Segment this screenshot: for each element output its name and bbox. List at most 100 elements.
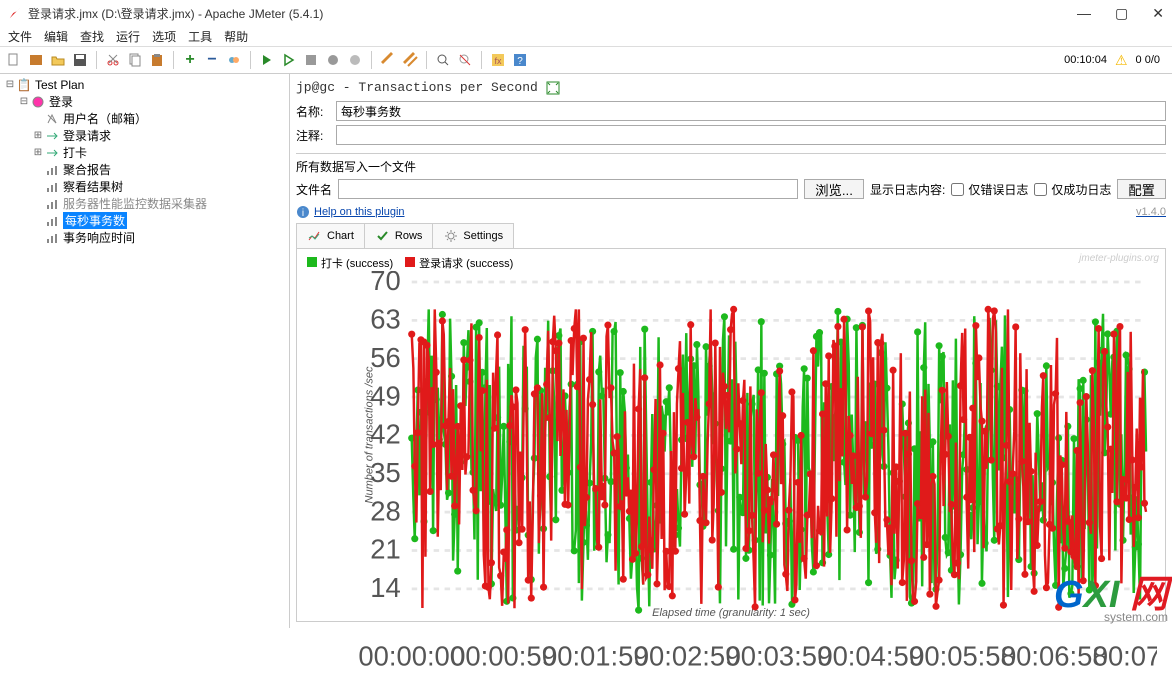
- remote-stop-icon[interactable]: [345, 50, 365, 70]
- name-input[interactable]: [336, 101, 1166, 121]
- stop-icon[interactable]: [301, 50, 321, 70]
- svg-text:00:00:00: 00:00:00: [358, 641, 465, 672]
- menu-edit[interactable]: 编辑: [40, 28, 72, 45]
- function-icon[interactable]: fx: [488, 50, 508, 70]
- legend-entry-2: 登录请求 (success): [405, 255, 513, 271]
- listener-icon: [44, 214, 60, 228]
- cut-icon[interactable]: [103, 50, 123, 70]
- run-icon[interactable]: [257, 50, 277, 70]
- editor-panel: jp@gc - Transactions per Second 名称: 注释: …: [290, 74, 1172, 628]
- svg-text:35: 35: [370, 457, 400, 488]
- save-icon[interactable]: [70, 50, 90, 70]
- tree-item-selected[interactable]: 每秒事务数: [63, 212, 127, 229]
- browse-button[interactable]: 浏览...: [804, 179, 864, 199]
- chart-watermark: jmeter-plugins.org: [1079, 253, 1159, 264]
- open-icon[interactable]: [48, 50, 68, 70]
- menu-help[interactable]: 帮助: [220, 28, 252, 45]
- menu-file[interactable]: 文件: [4, 28, 36, 45]
- http-request-icon: [44, 146, 60, 160]
- tree-thread-group[interactable]: 登录: [49, 93, 73, 110]
- file-section-header: 所有数据写入一个文件: [296, 158, 1166, 175]
- svg-text:00:01:59: 00:01:59: [542, 641, 649, 672]
- tree-toggle[interactable]: ⊞: [32, 147, 44, 158]
- user-var-icon: [44, 112, 60, 126]
- tab-settings[interactable]: Settings: [432, 223, 514, 248]
- name-label: 名称:: [296, 103, 330, 120]
- clear-icon[interactable]: [378, 50, 398, 70]
- listener-icon: [44, 231, 60, 245]
- file-input[interactable]: [338, 179, 798, 199]
- tree-item[interactable]: 服务器性能监控数据采集器: [63, 195, 207, 212]
- panel-title: jp@gc - Transactions per Second: [296, 80, 538, 95]
- app-icon: [8, 6, 22, 20]
- chart-svg: 14212835424956637000:00:0000:00:5900:01:…: [335, 271, 1157, 682]
- elapsed-time: 00:10:04: [1064, 54, 1107, 66]
- thread-group-icon: [30, 95, 46, 109]
- window-close[interactable]: ✕: [1152, 5, 1164, 22]
- run-notimer-icon[interactable]: [279, 50, 299, 70]
- tree-item[interactable]: 用户名（邮箱）: [63, 110, 147, 127]
- comment-input[interactable]: [336, 125, 1166, 145]
- menu-tools[interactable]: 工具: [184, 28, 216, 45]
- minus-icon[interactable]: −: [202, 50, 222, 70]
- tab-chart[interactable]: Chart: [296, 223, 365, 248]
- only-error-checkbox[interactable]: 仅错误日志: [951, 181, 1028, 198]
- tree-item[interactable]: 察看结果树: [63, 178, 123, 195]
- help-icon[interactable]: ?: [510, 50, 530, 70]
- tree-item[interactable]: 聚合报告: [63, 161, 111, 178]
- window-maximize[interactable]: ▢: [1115, 5, 1128, 22]
- svg-text:00:03:59: 00:03:59: [726, 641, 833, 672]
- svg-text:28: 28: [370, 495, 400, 526]
- testplan-icon: 📋: [16, 78, 32, 92]
- tree-toggle[interactable]: ⊞: [32, 130, 44, 141]
- shutdown-icon[interactable]: [323, 50, 343, 70]
- menu-run[interactable]: 运行: [112, 28, 144, 45]
- info-icon: i: [296, 205, 310, 219]
- http-request-icon: [44, 129, 60, 143]
- search-reset-icon[interactable]: [455, 50, 475, 70]
- tree-panel: ⊟📋Test Plan ⊟登录 用户名（邮箱） ⊞登录请求 ⊞打卡 聚合报告 察…: [0, 74, 290, 628]
- warning-icon[interactable]: ⚠: [1115, 52, 1128, 69]
- listener-icon: [44, 163, 60, 177]
- paste-icon[interactable]: [147, 50, 167, 70]
- tab-rows[interactable]: Rows: [364, 223, 434, 248]
- svg-text:63: 63: [370, 304, 400, 335]
- file-label: 文件名: [296, 181, 332, 198]
- svg-text:00:05:58: 00:05:58: [909, 641, 1016, 672]
- tree-root[interactable]: Test Plan: [35, 78, 84, 92]
- menubar: 文件 编辑 查找 运行 选项 工具 帮助: [0, 26, 1172, 46]
- tree-item[interactable]: 登录请求: [63, 127, 111, 144]
- tree-item[interactable]: 事务响应时间: [63, 229, 135, 246]
- menu-search[interactable]: 查找: [76, 28, 108, 45]
- svg-text:i: i: [302, 208, 304, 219]
- svg-text:00:02:59: 00:02:59: [634, 641, 741, 672]
- window-minimize[interactable]: —: [1077, 5, 1091, 22]
- plugin-version: v1.4.0: [1136, 206, 1166, 218]
- only-success-checkbox[interactable]: 仅成功日志: [1034, 181, 1111, 198]
- copy-icon[interactable]: [125, 50, 145, 70]
- svg-text:70: 70: [370, 271, 400, 296]
- menu-options[interactable]: 选项: [148, 28, 180, 45]
- new-icon[interactable]: [4, 50, 24, 70]
- help-link[interactable]: Help on this plugin: [314, 206, 405, 218]
- toolbar: + − fx ? 00:10:04 ⚠ 0 0/0: [0, 46, 1172, 74]
- toggle-icon[interactable]: [224, 50, 244, 70]
- clear-all-icon[interactable]: [400, 50, 420, 70]
- expand-icon[interactable]: [546, 81, 560, 95]
- svg-text:14: 14: [370, 572, 400, 603]
- config-button[interactable]: 配置: [1117, 179, 1166, 199]
- svg-text:00:00:59: 00:00:59: [450, 641, 557, 672]
- listener-icon: [44, 180, 60, 194]
- tree-toggle[interactable]: ⊟: [18, 96, 30, 107]
- chart-canvas: 打卡 (success) 登录请求 (success) jmeter-plugi…: [296, 248, 1166, 622]
- legend-entry-1: 打卡 (success): [307, 255, 393, 271]
- svg-text:56: 56: [370, 342, 400, 373]
- templates-icon[interactable]: [26, 50, 46, 70]
- plus-icon[interactable]: +: [180, 50, 200, 70]
- tree-toggle[interactable]: ⊟: [4, 79, 16, 90]
- search-icon[interactable]: [433, 50, 453, 70]
- log-label: 显示日志内容:: [870, 181, 945, 198]
- svg-text:49: 49: [370, 380, 400, 411]
- svg-text:?: ?: [517, 56, 523, 67]
- tree-item[interactable]: 打卡: [63, 144, 87, 161]
